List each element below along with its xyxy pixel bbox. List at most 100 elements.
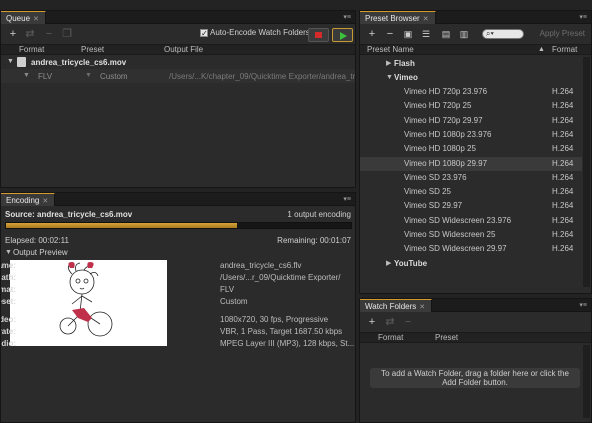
preset-row[interactable]: Vimeo SD 29.97 H.264 — [360, 199, 582, 213]
tab-watch-folders[interactable]: Watch Folders ✕ — [360, 299, 433, 312]
preview-expand-icon[interactable]: ▼ — [5, 249, 12, 256]
meta-value: VBR, 1 Pass, Target 1687.50 kbps — [220, 327, 343, 336]
preset-row[interactable]: Vimeo HD 1080p 25 H.264 — [360, 142, 582, 156]
apply-preset-button[interactable]: Apply Preset — [540, 29, 585, 38]
stop-queue-button[interactable] — [308, 28, 329, 42]
panel-menu-icon[interactable]: ▾≡ — [342, 196, 351, 203]
preset-name: Vimeo SD Widescreen 25 — [404, 230, 496, 239]
settings-icon[interactable]: ☰ — [420, 28, 432, 40]
queue-item-name[interactable]: andrea_tricycle_cs6.mov — [31, 58, 126, 67]
preset-row[interactable]: Vimeo SD Widescreen 25 H.264 — [360, 228, 582, 242]
preset-row[interactable]: Vimeo SD Widescreen 29.97 H.264 — [360, 242, 582, 256]
preset-name: Vimeo HD 720p 23.976 — [404, 87, 488, 96]
preset-name: Vimeo SD Widescreen 23.976 — [404, 216, 512, 225]
preset-search-input[interactable]: ⌕▾ — [482, 29, 524, 39]
expand-icon[interactable]: ▼ — [7, 58, 14, 65]
meta-key: Preset: — [1, 297, 16, 306]
preset-row[interactable]: Vimeo HD 720p 23.976 H.264 — [360, 85, 582, 99]
duplicate-icon[interactable]: ⇄ — [24, 28, 36, 40]
encoding-count: 1 output encoding — [287, 210, 351, 219]
tab-queue-label: Queue — [6, 14, 31, 23]
group-flash[interactable]: ▶ Flash — [360, 57, 582, 71]
search-icon: ⌕▾ — [486, 29, 494, 38]
copy-icon[interactable]: ❐ — [61, 28, 73, 40]
meta-value: Custom — [220, 297, 248, 306]
format-dropdown-icon[interactable]: ▼ — [23, 72, 30, 79]
close-icon[interactable]: ✕ — [419, 304, 425, 311]
col-preset-name[interactable]: Preset Name — [367, 45, 414, 55]
output-preset[interactable]: Custom — [100, 72, 128, 81]
watch-scrollbar[interactable] — [583, 345, 590, 418]
output-preview-label: Output Preview — [13, 248, 68, 257]
preset-row[interactable]: Vimeo SD 25 H.264 — [360, 185, 582, 199]
auto-encode-checkbox[interactable]: ✓ — [200, 29, 208, 38]
remove-folder-button[interactable]: − — [402, 316, 414, 328]
import-icon[interactable]: ▤ — [440, 28, 452, 40]
remove-preset-button[interactable]: − — [384, 28, 396, 40]
col-preset[interactable]: Preset — [435, 333, 458, 343]
output-path[interactable]: /Users/...K/chapter_09/Quicktime Exporte… — [169, 72, 355, 81]
queue-panel: Queue ✕ ▾≡ + ⇄ − ❐ ✓ Auto-Encode Watch Fo… — [0, 10, 356, 188]
tab-watch-folders-label: Watch Folders — [365, 302, 417, 311]
hint-line: Add Folder button. — [442, 378, 508, 387]
close-icon[interactable]: ✕ — [33, 16, 39, 23]
watch-toolbar: + ⇄ − — [360, 313, 591, 331]
preset-format: H.264 — [552, 244, 574, 253]
meta-key: Bitrate: — [1, 327, 16, 336]
close-icon[interactable]: ✕ — [42, 198, 48, 205]
queue-output-row[interactable]: ▼ FLV ▼ Custom /Users/...K/chapter_09/Qu… — [1, 69, 355, 83]
group-vimeo[interactable]: ▼ Vimeo — [360, 71, 582, 85]
add-source-button[interactable]: + — [7, 28, 19, 40]
tricycle-drawing — [59, 262, 113, 337]
preset-browser-panel: Preset Browser ✕ ▾≡ + − ▣ ☰ ▤ ▥ ⌕▾ Apply … — [359, 10, 592, 294]
col-format[interactable]: Format — [378, 333, 403, 343]
preset-scrollbar[interactable] — [583, 57, 590, 287]
output-format[interactable]: FLV — [38, 72, 52, 81]
preset-format: H.264 — [552, 101, 574, 110]
duplicate-icon[interactable]: ⇄ — [384, 316, 396, 328]
col-format[interactable]: Format — [552, 45, 577, 55]
preset-row[interactable]: Vimeo SD Widescreen 23.976 H.264 — [360, 214, 582, 228]
collapsed-arrow-icon[interactable]: ▶ — [386, 57, 391, 71]
panel-menu-icon[interactable]: ▾≡ — [578, 302, 587, 309]
preset-row[interactable]: Vimeo HD 1080p 29.97 H.264 — [360, 157, 582, 171]
new-group-icon[interactable]: ▣ — [402, 28, 414, 40]
elapsed-time: Elapsed: 00:02:11 — [5, 236, 69, 245]
new-preset-button[interactable]: + — [366, 28, 378, 40]
start-queue-button[interactable] — [332, 28, 353, 42]
remove-button[interactable]: − — [43, 28, 55, 40]
col-preset[interactable]: Preset — [81, 45, 104, 55]
preset-row[interactable]: Vimeo HD 720p 25 H.264 — [360, 99, 582, 113]
encoding-progress-bar — [5, 222, 352, 229]
expanded-arrow-icon[interactable]: ▼ — [386, 71, 393, 85]
collapsed-arrow-icon[interactable]: ▶ — [386, 257, 391, 271]
encoding-panel: Encoding ✕ ▾≡ Source: andrea_tricycle_cs6… — [0, 192, 356, 423]
preset-row[interactable]: Vimeo HD 1080p 23.976 H.264 — [360, 128, 582, 142]
preset-format: H.264 — [552, 216, 574, 225]
export-icon[interactable]: ▥ — [458, 28, 470, 40]
tab-encoding[interactable]: Encoding ✕ — [1, 193, 56, 206]
auto-encode-label: Auto-Encode Watch Folders — [210, 28, 310, 37]
add-folder-button[interactable]: + — [366, 316, 378, 328]
panel-menu-icon[interactable]: ▾≡ — [578, 14, 587, 21]
encoding-progress-fill — [6, 223, 238, 228]
preset-dropdown-icon[interactable]: ▼ — [85, 72, 92, 79]
watch-folder-hint: To add a Watch Folder, drag a folder her… — [370, 368, 580, 388]
sort-icon[interactable]: ▲ — [538, 45, 545, 55]
group-name: Vimeo — [394, 73, 418, 82]
meta-key: Audio: — [1, 339, 16, 348]
meta-key: Format: — [0, 285, 16, 294]
close-icon[interactable]: ✕ — [423, 16, 429, 23]
panel-menu-icon[interactable]: ▾≡ — [342, 14, 351, 21]
preset-format: H.264 — [552, 201, 574, 210]
tab-queue[interactable]: Queue ✕ — [1, 11, 46, 24]
col-format[interactable]: Format — [19, 45, 44, 55]
hint-line: To add a Watch Folder, drag a folder her… — [381, 369, 569, 378]
meta-key: Video: — [1, 315, 16, 324]
preset-row[interactable]: Vimeo HD 720p 29.97 H.264 — [360, 114, 582, 128]
col-output-file[interactable]: Output File — [164, 45, 203, 55]
tab-preset-browser[interactable]: Preset Browser ✕ — [360, 11, 436, 24]
preset-row[interactable]: Vimeo SD 23.976 H.264 — [360, 171, 582, 185]
watch-folders-panel: Watch Folders ✕ ▾≡ + ⇄ − Format Preset To… — [359, 298, 592, 423]
group-youtube[interactable]: ▶ YouTube — [360, 257, 582, 271]
